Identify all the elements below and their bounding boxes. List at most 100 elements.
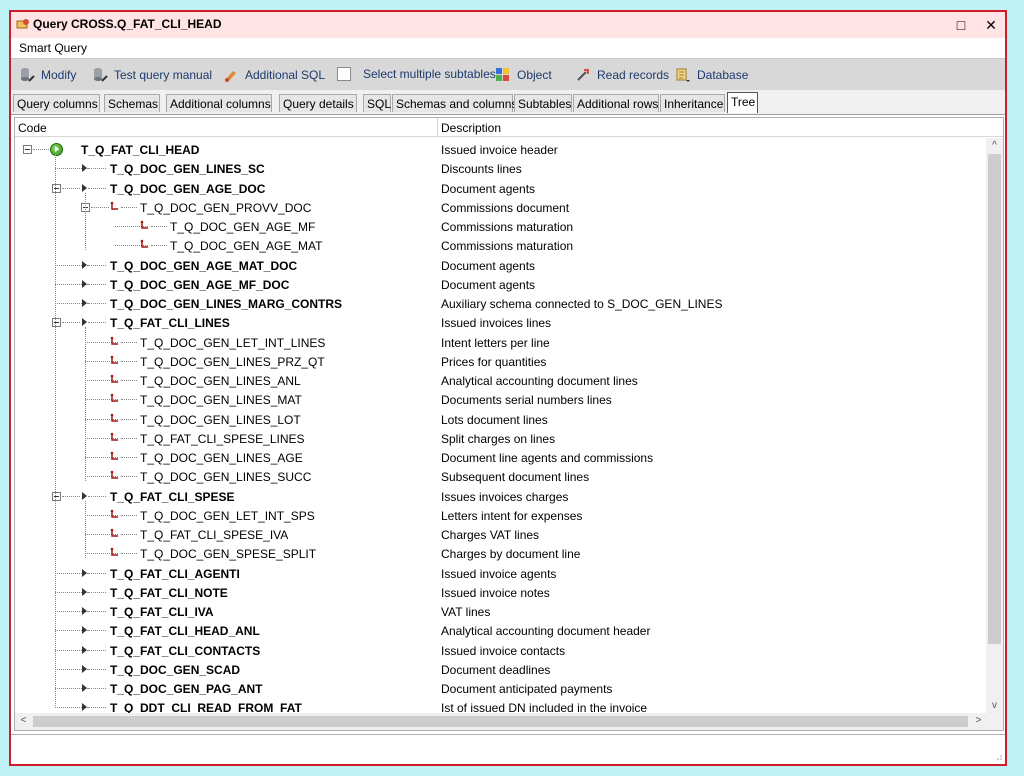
tree-connector xyxy=(121,399,137,401)
tree-row[interactable]: T_Q_FAT_CLI_AGENTI Issued invoice agents xyxy=(15,564,985,583)
expand-arrow-icon[interactable] xyxy=(82,279,87,288)
close-button[interactable]: ✕ xyxy=(976,12,1006,38)
tree-row[interactable]: T_Q_FAT_CLI_NOTE Issued invoice notes xyxy=(15,583,985,602)
expand-arrow-icon[interactable] xyxy=(82,626,87,635)
tab-schemas-and-columns[interactable]: Schemas and columns xyxy=(392,94,517,112)
tree-row[interactable]: T_Q_DOC_GEN_SPESE_SPLIT Charges by docume… xyxy=(15,544,985,563)
tree-row[interactable]: T_Q_FAT_CLI_IVA VAT lines xyxy=(15,602,985,621)
row-code: T_Q_DOC_GEN_PROVV_DOC xyxy=(140,200,312,215)
tab-query-columns[interactable]: Query columns xyxy=(13,94,100,112)
select-multiple-subtables-checkbox[interactable] xyxy=(337,67,351,81)
tree-row[interactable]: T_Q_FAT_CLI_SPESE_LINES Split charges on … xyxy=(15,429,985,448)
tab-schemas[interactable]: Schemas xyxy=(104,94,160,112)
tree-row[interactable]: T_Q_FAT_CLI_CONTACTS Issued invoice conta… xyxy=(15,641,985,660)
expand-arrow-icon[interactable] xyxy=(82,703,87,712)
tree-row[interactable]: T_Q_DOC_GEN_LINES_AGE Document line agent… xyxy=(15,448,985,467)
horizontal-scrollbar[interactable]: < > xyxy=(15,713,1003,730)
tree-row[interactable]: T_Q_FAT_CLI_HEAD Issued invoice header xyxy=(15,140,985,159)
column-header-description[interactable]: Description xyxy=(441,121,501,135)
row-description: Commissions maturation xyxy=(441,239,574,254)
menu-smart-query[interactable]: Smart Query xyxy=(19,41,87,55)
maximize-button[interactable]: □ xyxy=(946,12,976,38)
expand-arrow-icon[interactable] xyxy=(82,587,87,596)
relation-link-icon xyxy=(110,451,118,460)
tree-row[interactable]: T_Q_DOC_GEN_LINES_SUCC Subsequent documen… xyxy=(15,467,985,486)
row-description: Issued invoice contacts xyxy=(441,643,566,658)
tab-additional-rows[interactable]: Additional rows xyxy=(573,94,659,112)
tree-row[interactable]: T_Q_DOC_GEN_LET_INT_SPS Letters intent fo… xyxy=(15,506,985,525)
tree-row[interactable]: T_Q_DOC_GEN_PROVV_DOC Commissions documen… xyxy=(15,198,985,217)
tree-row[interactable]: T_Q_DOC_GEN_PAG_ANT Document anticipated … xyxy=(15,679,985,698)
tab-inheritance[interactable]: Inheritance xyxy=(660,94,725,112)
row-description: Document agents xyxy=(441,277,536,292)
tree-row[interactable]: T_Q_DOC_GEN_LINES_LOT Lots document lines xyxy=(15,410,985,429)
collapse-toggle-icon[interactable] xyxy=(52,318,61,328)
collapse-toggle-icon[interactable] xyxy=(52,491,61,501)
expand-arrow-icon[interactable] xyxy=(82,318,87,327)
tab-tree[interactable]: Tree xyxy=(727,92,758,113)
expand-arrow-icon[interactable] xyxy=(82,183,87,192)
row-code: T_Q_FAT_CLI_HEAD_ANL xyxy=(110,624,260,639)
row-code: T_Q_FAT_CLI_SPESE_LINES xyxy=(140,431,305,446)
tree-row[interactable]: T_Q_DOC_GEN_AGE_MF_DOC Document agents xyxy=(15,275,985,294)
tree-row[interactable]: T_Q_DOC_GEN_AGE_MAT_DOC Document agents xyxy=(15,256,985,275)
expand-arrow-icon[interactable] xyxy=(82,607,87,615)
select-multiple-subtables-toggle[interactable]: Select multiple subtables xyxy=(337,67,496,81)
expand-arrow-icon[interactable] xyxy=(82,299,87,307)
modify-button[interactable]: Modify xyxy=(19,67,76,83)
database-button[interactable]: Database xyxy=(675,67,748,83)
expand-arrow-icon[interactable] xyxy=(82,664,87,673)
tree-connector xyxy=(88,668,106,670)
vertical-scroll-thumb[interactable] xyxy=(988,154,1001,644)
tree-row[interactable]: T_Q_FAT_CLI_HEAD_ANL Analytical accountin… xyxy=(15,621,985,640)
tree-row[interactable]: T_Q_DOC_GEN_LINES_MAT Documents serial nu… xyxy=(15,390,985,409)
additional-sql-button[interactable]: Additional SQL xyxy=(223,67,325,83)
tab-strip: Query columns Schemas Additional columns… xyxy=(11,90,1005,115)
scroll-up-arrow[interactable]: ^ xyxy=(986,138,1003,154)
tree-row[interactable]: T_Q_DOC_GEN_LET_INT_LINES Intent letters … xyxy=(15,333,985,352)
tree-row[interactable]: T_Q_DOC_GEN_LINES_SC Discounts lines xyxy=(15,159,985,178)
scroll-left-arrow[interactable]: < xyxy=(15,713,32,729)
tree-row[interactable]: T_Q_FAT_CLI_LINES Issued invoices lines xyxy=(15,313,985,332)
resize-grip-icon[interactable] xyxy=(994,752,1002,760)
expand-arrow-icon[interactable] xyxy=(82,568,87,577)
tree-row[interactable]: T_Q_DOC_GEN_LINES_MARG_CONTRS Auxiliary s… xyxy=(15,294,985,313)
expand-arrow-icon[interactable] xyxy=(82,164,87,173)
column-header-code[interactable]: Code xyxy=(18,121,47,135)
collapse-toggle-icon[interactable] xyxy=(52,183,61,193)
tree-row[interactable]: T_Q_DOC_GEN_LINES_ANL Analytical accounti… xyxy=(15,371,985,390)
tree-row[interactable]: T_Q_DOC_GEN_SCAD Document deadlines xyxy=(15,660,985,679)
row-description: Document agents xyxy=(441,258,536,273)
horizontal-scroll-thumb[interactable] xyxy=(33,716,968,727)
expand-arrow-icon[interactable] xyxy=(82,645,87,654)
collapse-toggle-icon[interactable] xyxy=(23,145,32,154)
tree-row[interactable]: T_Q_DOC_GEN_LINES_PRZ_QT Prices for quant… xyxy=(15,352,985,371)
expand-arrow-icon[interactable] xyxy=(82,491,87,500)
test-query-manual-button[interactable]: Test query manual xyxy=(92,67,212,83)
app-icon xyxy=(16,19,29,29)
tab-subtables[interactable]: Subtables xyxy=(514,94,572,112)
tree-connector xyxy=(88,322,106,324)
tab-query-details[interactable]: Query details xyxy=(279,94,357,112)
tree-connector xyxy=(88,688,106,689)
object-button[interactable]: Object xyxy=(495,67,552,83)
read-records-button[interactable]: Read records xyxy=(575,67,669,83)
scroll-down-arrow[interactable]: v xyxy=(986,698,1003,714)
tab-additional-columns[interactable]: Additional columns xyxy=(166,94,272,112)
tree-connector xyxy=(88,630,106,632)
tab-sql[interactable]: SQL xyxy=(363,94,391,112)
tree-row[interactable]: T_Q_FAT_CLI_SPESE_IVA Charges VAT lines xyxy=(15,525,985,544)
row-code: T_Q_FAT_CLI_SPESE_IVA xyxy=(140,528,289,542)
expand-arrow-icon[interactable] xyxy=(82,260,87,269)
vertical-scrollbar[interactable]: ^ v xyxy=(986,138,1003,714)
tree-row[interactable]: T_Q_DOC_GEN_AGE_MAT Commissions maturatio… xyxy=(15,236,985,255)
tree-row[interactable]: T_Q_DOC_GEN_AGE_MF Commissions maturation xyxy=(15,217,985,236)
scroll-right-arrow[interactable]: > xyxy=(970,713,987,729)
title-bar[interactable]: Query CROSS.Q_FAT_CLI_HEAD □ ✕ xyxy=(11,12,1005,38)
tree-row[interactable]: T_Q_DOC_GEN_AGE_DOC Document agents xyxy=(15,179,985,198)
expand-arrow-icon[interactable] xyxy=(82,684,87,692)
tree-row[interactable]: T_Q_FAT_CLI_SPESE Issues invoices charges xyxy=(15,487,985,506)
tree-connector xyxy=(121,341,137,343)
row-description: Issues invoices charges xyxy=(441,489,569,504)
column-separator[interactable] xyxy=(437,118,438,136)
